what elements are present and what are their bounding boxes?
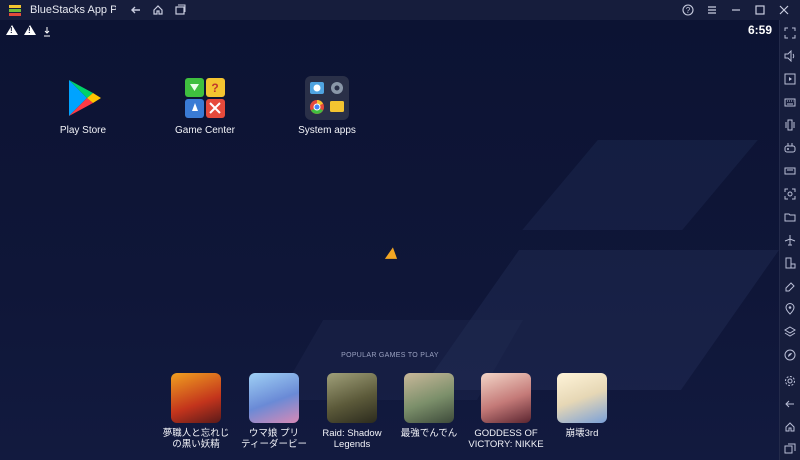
system-apps-icon [305, 76, 349, 120]
airplane-icon[interactable] [783, 233, 797, 247]
app-label: Play Store [59, 125, 107, 136]
recent-apps-icon[interactable] [172, 2, 188, 18]
erase-icon[interactable] [783, 279, 797, 293]
game-icon [481, 373, 531, 423]
game-icon [557, 373, 607, 423]
layers-icon[interactable] [783, 325, 797, 339]
menu-icon[interactable] [704, 2, 720, 18]
fullscreen-icon[interactable] [783, 26, 797, 40]
game-item[interactable]: Raid: Shadow Legends [314, 373, 390, 450]
help-icon[interactable]: ? [680, 2, 696, 18]
settings-icon[interactable] [783, 374, 797, 388]
window-title: BlueStacks App Playe [30, 4, 116, 16]
title-bar: BlueStacks App Playe ? [0, 0, 800, 20]
play-store-icon [61, 76, 105, 120]
game-item[interactable]: 夢職人と忘れじ の黒い妖精 [158, 373, 234, 450]
folder-icon[interactable] [783, 210, 797, 224]
game-item[interactable]: GODDESS OF VICTORY: NIKKE [468, 373, 544, 450]
background-shape [522, 140, 758, 230]
warning-icon [6, 25, 18, 35]
back-arrow-icon[interactable] [128, 2, 144, 18]
shake-icon[interactable] [783, 118, 797, 132]
game-icon [249, 373, 299, 423]
status-bar: 6:59 [0, 20, 780, 40]
clock: 6:59 [747, 23, 772, 37]
bluestacks-logo-icon [8, 3, 22, 17]
svg-text:?: ? [211, 81, 218, 95]
close-icon[interactable] [776, 2, 792, 18]
app-play-store[interactable]: Play Store [38, 76, 128, 136]
app-system-apps[interactable]: System apps [282, 76, 372, 136]
download-icon [44, 24, 50, 37]
home-icon[interactable] [783, 420, 797, 434]
game-icon [327, 373, 377, 423]
game-label: 夢職人と忘れじ の黒い妖精 [162, 428, 230, 450]
recents-icon[interactable] [783, 442, 797, 456]
app-game-center[interactable]: ? Game Center [160, 76, 250, 136]
game-item[interactable]: 崩壊3rd [544, 373, 620, 439]
game-label: 崩壊3rd [565, 428, 599, 439]
location-icon[interactable] [783, 302, 797, 316]
app-label: System apps [298, 125, 356, 136]
eco-icon[interactable] [783, 348, 797, 362]
game-center-icon: ? [183, 76, 227, 120]
game-icon [171, 373, 221, 423]
back-icon[interactable] [783, 397, 797, 411]
minimize-icon[interactable] [728, 2, 744, 18]
app-label: Game Center [174, 125, 236, 136]
game-item[interactable]: ウマ娘 プリ ティーダービー [236, 373, 312, 450]
mouse-pointer-icon [384, 247, 402, 265]
game-label: GODDESS OF VICTORY: NIKKE [468, 428, 544, 450]
apk-icon[interactable] [783, 164, 797, 178]
warning-icon [24, 25, 36, 35]
game-label: 最強でんでん [400, 428, 458, 439]
popular-games-title: POPULAR GAMES TO PLAY [341, 352, 439, 359]
android-home-screen: 6:59 Play Store ? Ga [0, 20, 780, 460]
screenshot-icon[interactable] [783, 187, 797, 201]
gamepad-icon[interactable] [783, 141, 797, 155]
rotate-icon[interactable] [783, 256, 797, 270]
keyboard-icon[interactable] [783, 95, 797, 109]
right-sidebar [779, 20, 800, 460]
svg-text:?: ? [686, 6, 691, 15]
volume-icon[interactable] [783, 49, 797, 63]
home-icon[interactable] [150, 2, 166, 18]
maximize-icon[interactable] [752, 2, 768, 18]
game-item[interactable]: 最強でんでん [391, 373, 467, 439]
game-label: Raid: Shadow Legends [322, 428, 382, 450]
media-icon[interactable] [783, 72, 797, 86]
game-label: ウマ娘 プリ ティーダービー [241, 428, 307, 450]
game-icon [404, 373, 454, 423]
